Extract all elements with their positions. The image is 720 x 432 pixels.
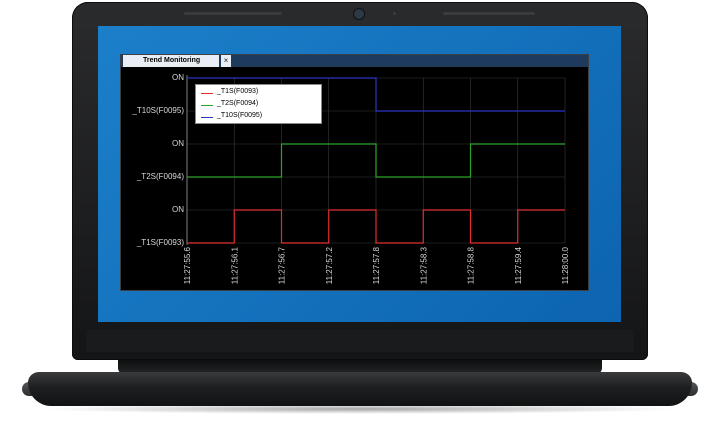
close-icon[interactable]: × [221, 55, 231, 67]
legend-swatch [201, 117, 213, 118]
y-axis-label: ON [172, 139, 184, 148]
y-axis-label: _T1S(F0093) [136, 238, 184, 247]
laptop-base [28, 372, 692, 406]
tab-trend-monitoring[interactable]: Trend Monitoring [123, 55, 219, 67]
x-tick-label: 11:27:56.1 [230, 246, 239, 284]
y-axis-label: _T2S(F0094) [136, 172, 184, 181]
series-line [187, 143, 565, 178]
plot-area: 11:27:55.6 11:27:56.1 11:27:56.7 11:27:57.2… [121, 67, 588, 290]
x-tick-label: 11:27:58.3 [419, 246, 428, 284]
x-tick-label: 11:27:57.8 [372, 246, 381, 284]
tab-title: Trend Monitoring [143, 57, 201, 64]
x-tick-label: 11:27:55.6 [183, 246, 192, 284]
trend-chart: 11:27:55.6 11:27:56.1 11:27:56.7 11:27:57.2… [183, 75, 570, 284]
legend-label: _T2S(F0094) [217, 100, 259, 107]
legend-label: _T1S(F0093) [217, 88, 259, 95]
legend-label: _T10S(F0095) [217, 112, 263, 119]
laptop-shadow [40, 404, 680, 414]
trend-monitoring-window: Trend Monitoring × 11:27:55.6 11:27:56.1 1… [120, 54, 589, 291]
legend-swatch [201, 93, 213, 94]
y-axis-label: ON [172, 73, 184, 82]
speaker-grille-left [184, 12, 282, 15]
x-tick-label: 11:27:56.7 [278, 246, 287, 284]
legend-swatch [201, 105, 213, 106]
y-axis-label: ON [172, 205, 184, 214]
tab-bar: Trend Monitoring × [121, 55, 588, 67]
x-tick-label: 11:27:59.4 [514, 246, 523, 284]
webcam [353, 8, 365, 20]
bottom-bezel [86, 330, 634, 352]
speaker-grille-right [443, 12, 535, 15]
x-tick-label: 11:27:58.8 [467, 246, 476, 284]
camera-indicator [393, 12, 396, 15]
y-axis-label: _T10S(F0095) [132, 106, 184, 115]
x-tick-label: 11:27:57.2 [325, 246, 334, 284]
series-line [187, 209, 565, 244]
chart-legend: _T1S(F0093) _T2S(F0094) _T10S(F0095) [195, 84, 322, 124]
x-tick-label: 11:28:00.0 [561, 246, 570, 284]
